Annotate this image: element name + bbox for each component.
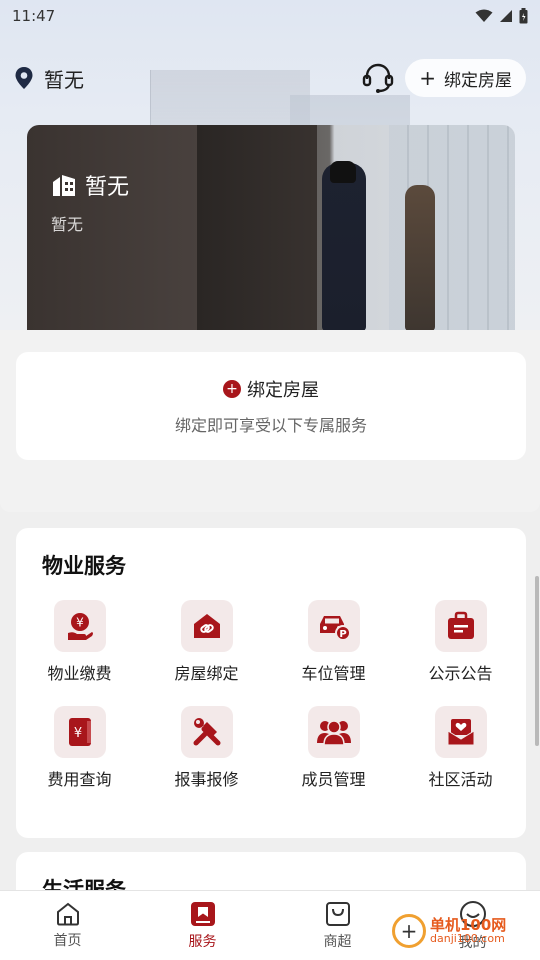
building-icon: [53, 175, 75, 196]
yen-book-icon: ¥: [68, 718, 91, 746]
service-community-activity[interactable]: 社区活动: [397, 706, 524, 790]
service-label: 成员管理: [301, 770, 366, 789]
service-house-binding[interactable]: 房屋绑定: [143, 600, 270, 684]
house-card-title: 暂无: [51, 169, 129, 201]
service-parking-management[interactable]: P 车位管理: [270, 600, 397, 684]
yen-hand-icon: ¥: [67, 613, 93, 640]
location-text: 暂无: [44, 67, 84, 92]
svg-text:P: P: [339, 629, 346, 640]
service-label: 房屋绑定: [174, 664, 239, 683]
plus-circle-icon: +: [223, 380, 241, 398]
service-label: 物业缴费: [47, 664, 112, 683]
nav-label: 商超: [323, 933, 352, 950]
property-services-card: 物业服务 ¥ 物业缴费 房屋绑定 P 车位管理 公示公告 ¥ 费用查询 报事报修…: [16, 528, 526, 838]
service-repair-report[interactable]: 报事报修: [143, 706, 270, 790]
photo-door: [197, 125, 317, 331]
nav-label: 服务: [188, 933, 217, 950]
service-icon-tile: [180, 600, 233, 652]
service-icon-tile: [434, 706, 487, 758]
photo-guard-cap: [330, 161, 356, 183]
plus-icon: +: [419, 66, 436, 90]
service-label: 报事报修: [174, 770, 239, 789]
service-icon-tile: [434, 600, 487, 652]
wifi-icon: [475, 9, 493, 22]
heart-mail-icon: [447, 719, 474, 746]
scrollbar[interactable]: [535, 576, 539, 746]
service-icon-tile: [180, 706, 233, 758]
service-label: 费用查询: [47, 770, 112, 789]
service-member-management[interactable]: 成员管理: [270, 706, 397, 790]
tools-icon: [193, 718, 220, 746]
service-fee-inquiry[interactable]: ¥ 费用查询: [16, 706, 143, 790]
bookmark-icon: [190, 901, 215, 926]
house-card-subtitle: 暂无: [51, 215, 84, 234]
watermark-brand: 单机100网: [430, 916, 507, 934]
bind-prompt-title: 绑定房屋: [247, 380, 319, 401]
service-label: 社区活动: [428, 770, 493, 789]
watermark-text: 单机100网 danji100.com: [430, 916, 507, 945]
watermark-url: danji100.com: [430, 932, 505, 945]
photo-resident: [405, 185, 435, 331]
photo-security-guard: [322, 163, 366, 331]
service-property-fee[interactable]: ¥ 物业缴费: [16, 600, 143, 684]
service-label: 车位管理: [301, 664, 366, 683]
bind-prompt-title-row: + 绑定房屋: [223, 376, 319, 402]
svg-text:¥: ¥: [76, 616, 84, 630]
status-icons: [475, 8, 528, 24]
site-watermark: + 单机100网 danji100.com: [392, 914, 506, 948]
nav-item-supermarket[interactable]: 商超: [270, 891, 405, 960]
shopping-bag-icon: [325, 901, 350, 926]
car-parking-icon: P: [319, 616, 351, 641]
property-services-grid: ¥ 物业缴费 房屋绑定 P 车位管理 公示公告 ¥ 费用查询 报事报修 成员管理…: [16, 600, 526, 790]
house-card-title-text: 暂无: [85, 175, 130, 200]
service-label: 公示公告: [428, 664, 493, 683]
service-icon-tile: [307, 706, 360, 758]
bind-prompt-subtitle: 绑定即可享受以下专属服务: [174, 416, 367, 435]
status-bar: 11:47: [0, 0, 540, 32]
service-icon-tile: P: [307, 600, 360, 652]
nav-item-home[interactable]: 首页: [0, 891, 135, 960]
bind-house-button[interactable]: + 绑定房屋: [405, 59, 526, 97]
battery-icon: [519, 8, 528, 24]
service-public-notice[interactable]: 公示公告: [397, 600, 524, 684]
service-icon-tile: ¥: [53, 706, 106, 758]
home-icon: [56, 902, 79, 925]
service-icon-tile: ¥: [53, 600, 106, 652]
signal-icon: [500, 10, 512, 22]
members-icon: [316, 720, 351, 746]
house-link-icon: [193, 614, 220, 638]
customer-service-headset-icon[interactable]: [361, 61, 395, 95]
bind-house-button-label: 绑定房屋: [444, 70, 512, 91]
house-photo-card[interactable]: 暂无 暂无: [27, 125, 515, 331]
svg-text:¥: ¥: [73, 726, 81, 741]
status-time: 11:47: [12, 7, 56, 25]
property-services-title: 物业服务: [42, 554, 126, 578]
header-row: 暂无 + 绑定房屋: [0, 56, 540, 100]
watermark-logo-icon: +: [392, 914, 426, 948]
nav-label: 首页: [53, 932, 82, 949]
notice-bag-icon: [447, 611, 474, 639]
location-selector[interactable]: 暂无: [14, 64, 84, 93]
nav-item-service[interactable]: 服务: [135, 891, 270, 960]
header-actions: + 绑定房屋: [361, 59, 526, 97]
bind-house-prompt-card[interactable]: + 绑定房屋 绑定即可享受以下专属服务: [16, 352, 526, 460]
location-pin-icon: [15, 67, 33, 89]
